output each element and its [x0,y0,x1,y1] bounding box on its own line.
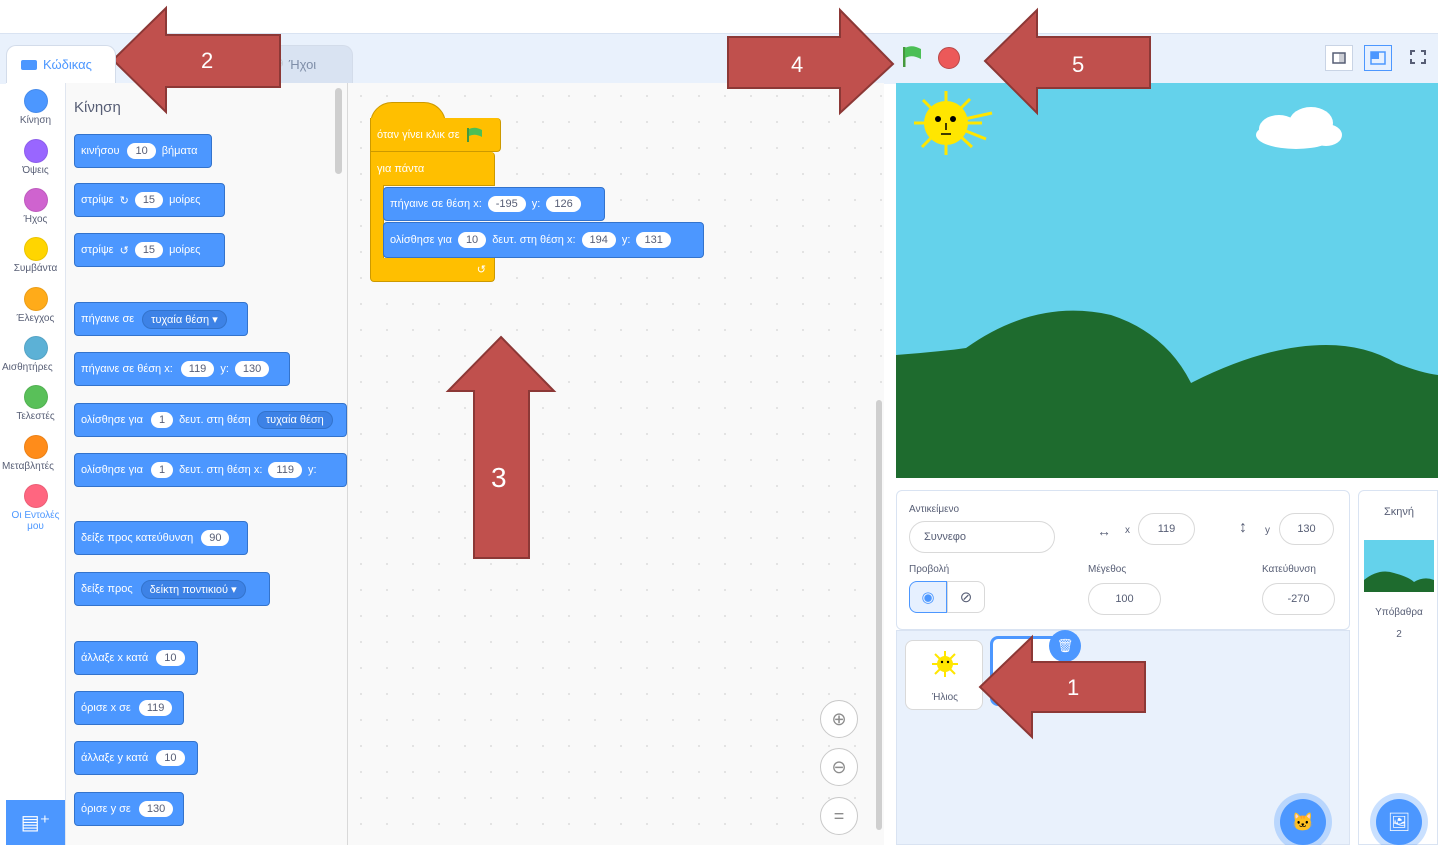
arrow-label-5: 5 [1072,52,1085,77]
arrow-label-2: 2 [201,48,214,73]
arrow-1 [978,634,1146,740]
arrow-label-4: 4 [791,52,804,77]
annotation-arrows [111,5,1151,740]
arrow-4 [727,7,895,116]
arrow-3 [445,335,557,559]
arrow-label-1: 1 [1067,675,1080,700]
tab-code-label: Κώδικας [43,57,92,72]
arrow-label-3: 3 [491,462,507,493]
tab-code[interactable]: Κώδικας [6,45,116,83]
code-icon [21,59,37,70]
arrow-2 [111,5,281,115]
arrow-5 [983,7,1151,116]
